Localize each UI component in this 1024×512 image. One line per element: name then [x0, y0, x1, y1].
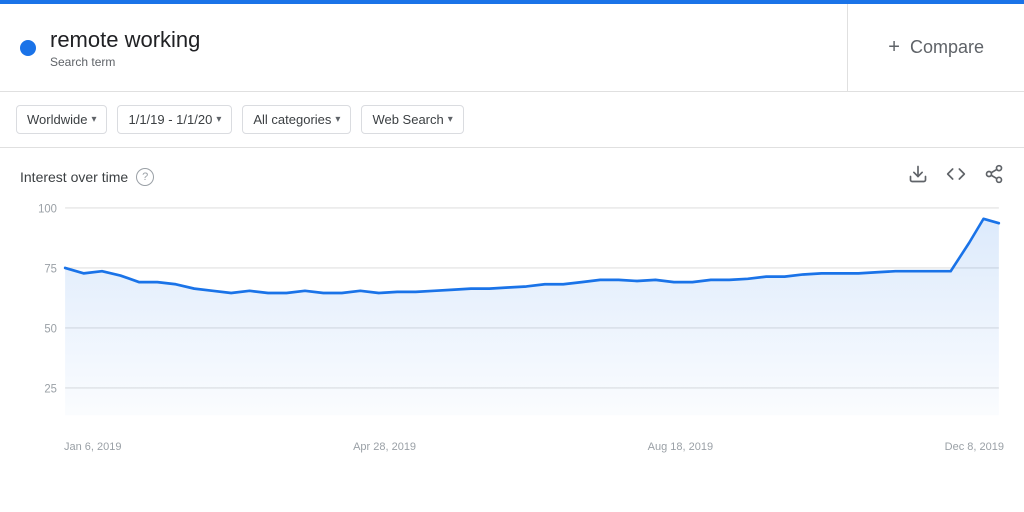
term-dot — [20, 40, 36, 56]
svg-text:75: 75 — [44, 262, 57, 275]
download-icon[interactable] — [908, 164, 928, 189]
svg-text:100: 100 — [38, 202, 57, 215]
compare-section[interactable]: + Compare — [848, 4, 1024, 91]
x-axis-labels: Jan 6, 2019 Apr 28, 2019 Aug 18, 2019 De… — [20, 437, 1004, 453]
category-filter-button[interactable]: All categories ▾ — [242, 105, 351, 134]
help-icon[interactable]: ? — [136, 168, 154, 186]
x-label-dec: Dec 8, 2019 — [945, 441, 1004, 453]
filters-bar: Worldwide ▾ 1/1/19 - 1/1/20 ▾ All catego… — [0, 92, 1024, 148]
x-label-apr: Apr 28, 2019 — [353, 441, 416, 453]
geo-chevron-icon: ▾ — [91, 114, 96, 125]
geo-filter-button[interactable]: Worldwide ▾ — [16, 105, 107, 134]
search-type-filter-button[interactable]: Web Search ▾ — [361, 105, 463, 134]
category-filter-label: All categories — [253, 112, 331, 127]
chart-header: Interest over time ? — [20, 164, 1004, 189]
search-term-subtitle: Search term — [50, 55, 200, 69]
svg-text:50: 50 — [44, 322, 57, 335]
x-label-jan: Jan 6, 2019 — [64, 441, 122, 453]
embed-icon[interactable] — [946, 164, 966, 189]
date-filter-label: 1/1/19 - 1/1/20 — [128, 112, 212, 127]
date-filter-button[interactable]: 1/1/19 - 1/1/20 ▾ — [117, 105, 232, 134]
chart-title-area: Interest over time ? — [20, 168, 154, 186]
chart-section: Interest over time ? 100 75 50 25 — [0, 148, 1024, 512]
chart-title: Interest over time — [20, 169, 128, 185]
svg-text:25: 25 — [44, 382, 57, 395]
trend-chart-svg: 100 75 50 25 — [20, 197, 1004, 437]
search-area: remote working Search term + Compare — [0, 4, 1024, 92]
search-term-title: remote working — [50, 27, 200, 53]
search-type-filter-label: Web Search — [372, 112, 443, 127]
category-chevron-icon: ▾ — [335, 114, 340, 125]
compare-label: Compare — [910, 37, 984, 58]
compare-plus-icon: + — [888, 36, 900, 59]
chart-container: 100 75 50 25 — [20, 197, 1004, 437]
x-label-aug: Aug 18, 2019 — [648, 441, 713, 453]
date-chevron-icon: ▾ — [216, 114, 221, 125]
chart-actions — [908, 164, 1004, 189]
search-term-section: remote working Search term — [0, 4, 848, 91]
share-icon[interactable] — [984, 164, 1004, 189]
search-term-text: remote working Search term — [50, 27, 200, 69]
geo-filter-label: Worldwide — [27, 112, 87, 127]
search-type-chevron-icon: ▾ — [448, 114, 453, 125]
